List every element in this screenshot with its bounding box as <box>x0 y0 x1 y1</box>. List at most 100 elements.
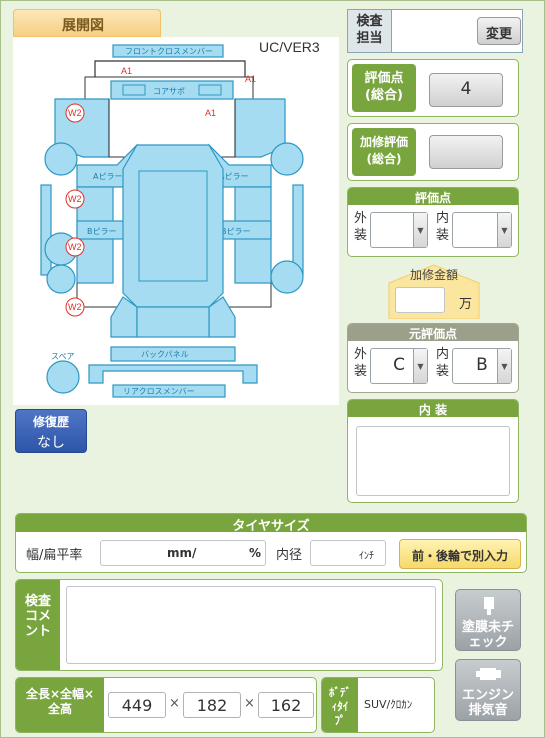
body-type-value[interactable]: SUV/ｸﾛｶﾝ <box>364 696 412 712</box>
body-type-label: ﾎﾞﾃﾞｨﾀｲﾌﾟ <box>322 678 358 732</box>
dimensions-box: 全長×全幅×全高 449 × 182 × 162 <box>15 677 317 733</box>
trunk-floor[interactable] <box>136 306 210 338</box>
rear-right-wheel[interactable] <box>270 260 304 294</box>
rear-left-wheel-arch[interactable] <box>46 264 76 294</box>
length-input[interactable]: 449 <box>108 692 166 718</box>
damage-mark-w2-4-group: W2 <box>65 297 85 317</box>
inspection-sheet: 展開図 フロントクロスメンバー コアサポ Aピラー Aピラー Bピラー Bピラー… <box>0 0 545 738</box>
score-box: 評価点 外装 ▼ 内装 ▼ <box>347 187 519 257</box>
spray-nozzle <box>487 609 491 615</box>
chevron-down-icon: ▼ <box>497 213 511 247</box>
front-left-wheel[interactable] <box>44 142 78 176</box>
score-interior-label: 内装 <box>436 211 450 243</box>
comment-label-text: 検査コメント <box>25 594 52 639</box>
height-input[interactable]: 162 <box>258 692 314 718</box>
repair-history-value: なし <box>37 435 65 451</box>
width-input[interactable]: 182 <box>183 692 241 718</box>
interior-title: 内 装 <box>348 400 518 417</box>
rear-right-quarter-outline <box>223 283 272 308</box>
spare-label: スペア <box>51 352 74 361</box>
original-interior-select[interactable]: B ▼ <box>452 348 512 384</box>
repair-amount-area: 加修金額 万 <box>387 263 481 319</box>
chevron-down-icon: ▼ <box>497 349 511 383</box>
chevron-down-icon: ▼ <box>413 213 427 247</box>
original-exterior-value: C <box>393 355 405 375</box>
tire-diameter-label: 内径 <box>276 548 303 563</box>
overall-grade-label: 評価点(総合) <box>352 64 416 112</box>
original-exterior-label: 外装 <box>354 347 368 379</box>
core-support-label: コアサポ <box>153 87 185 96</box>
vehicle-diagram[interactable]: フロントクロスメンバー コアサポ Aピラー Aピラー Bピラー Bピラー バック… <box>13 37 339 405</box>
repair-amount-unit: 万 <box>459 297 473 312</box>
tire-pct-unit: % <box>249 546 262 560</box>
inspector-label: 検査担当 <box>348 10 392 52</box>
spare-tire[interactable] <box>46 360 80 394</box>
diagram-tab: 展開図 <box>13 9 161 37</box>
rear-left-quarter-outline <box>76 283 123 308</box>
original-interior-label: 内装 <box>436 347 450 379</box>
repair-evaluation-label: 加修評価(総合) <box>352 128 416 176</box>
tire-inch-unit: ｲﾝﾁ <box>359 551 374 562</box>
damage-mark-w2-1: W2 <box>68 108 82 118</box>
spray-icon <box>484 597 494 615</box>
tire-width-input[interactable]: mm/ % <box>100 540 266 566</box>
dim-sep-1: × <box>169 696 180 711</box>
score-exterior-label: 外装 <box>354 211 368 243</box>
body-type-label-text: ﾎﾞﾃﾞｨﾀｲﾌﾟ <box>329 686 351 727</box>
repair-evaluation-value[interactable] <box>429 135 503 169</box>
a-pillar-left-label: Aピラー <box>93 172 122 181</box>
left-sill[interactable] <box>40 184 52 276</box>
damage-mark-w2-4: W2 <box>68 302 82 312</box>
inspector-label-text: 検査担当 <box>356 14 383 46</box>
tire-size-title: タイヤサイズ <box>16 514 526 534</box>
damage-mark-a1-core: A1 <box>205 108 216 118</box>
repair-history-button[interactable]: 修復歴 なし <box>15 409 87 453</box>
damage-mark-a1-front: A1 <box>121 66 132 76</box>
inspector-change-button[interactable]: 変更 <box>477 17 521 45</box>
original-exterior-select[interactable]: C ▼ <box>370 348 428 384</box>
front-right-wheel[interactable] <box>270 142 304 176</box>
dimensions-label-text: 全長×全幅×全高 <box>25 687 95 716</box>
damage-mark-w2-2-group: W2 <box>65 189 85 209</box>
rear-cross-member-label: リアクロスメンバー <box>123 387 195 396</box>
score-interior-select[interactable]: ▼ <box>452 212 512 248</box>
repair-evaluation-label-text: 加修評価(総合) <box>359 135 408 166</box>
interior-textarea[interactable] <box>356 426 510 496</box>
body-type-box: ﾎﾞﾃﾞｨﾀｲﾌﾟ SUV/ｸﾛｶﾝ <box>321 677 435 733</box>
b-pillar-right-label: Bピラー <box>221 227 251 236</box>
front-bumper-outline <box>94 60 246 77</box>
repair-amount-label: 加修金額 <box>409 268 458 282</box>
split-front-rear-button[interactable]: 前・後輪で別入力 <box>399 539 521 569</box>
tire-diameter-input[interactable]: ｲﾝﾁ <box>310 540 386 566</box>
comment-label: 検査コメント <box>16 580 60 670</box>
score-title: 評価点 <box>348 188 518 205</box>
paint-uncheck-label: 塗膜未チェック <box>461 620 514 650</box>
comment-textarea[interactable] <box>66 586 436 664</box>
original-interior-value: B <box>476 355 488 375</box>
vehicle-diagram-panel[interactable]: フロントクロスメンバー コアサポ Aピラー Aピラー Bピラー Bピラー バック… <box>13 37 339 405</box>
engine-exhaust-label: エンジン排気音 <box>461 688 514 718</box>
back-panel-label: バックパネル <box>141 350 189 359</box>
damage-mark-w2-1-group: W2 <box>65 103 85 123</box>
engine-exhaust-button[interactable]: エンジン排気音 <box>455 659 521 721</box>
tire-mm-unit: mm/ <box>167 546 197 560</box>
diagram-tab-label: 展開図 <box>62 18 104 34</box>
engine-block <box>480 668 496 680</box>
right-sill[interactable] <box>292 184 304 276</box>
paint-uncheck-button[interactable]: 塗膜未チェック <box>455 589 521 651</box>
chevron-down-icon: ▼ <box>413 349 427 383</box>
version-label: UC/VER3 <box>259 39 320 55</box>
overall-grade-value[interactable]: 4 <box>429 73 503 107</box>
rear-bumper[interactable] <box>88 364 258 384</box>
repair-history-label: 修復歴 <box>32 415 69 429</box>
spray-can-body <box>484 597 494 609</box>
score-exterior-select[interactable]: ▼ <box>370 212 428 248</box>
roof-panel[interactable] <box>138 170 208 282</box>
repair-amount-input[interactable] <box>395 287 445 313</box>
comment-box: 検査コメント <box>15 579 443 671</box>
dimensions-label: 全長×全幅×全高 <box>16 678 104 732</box>
original-score-title: 元評価点 <box>348 324 518 341</box>
interior-box: 内 装 <box>347 399 519 503</box>
engine-icon <box>476 668 501 680</box>
b-pillar-left-label: Bピラー <box>87 227 117 236</box>
